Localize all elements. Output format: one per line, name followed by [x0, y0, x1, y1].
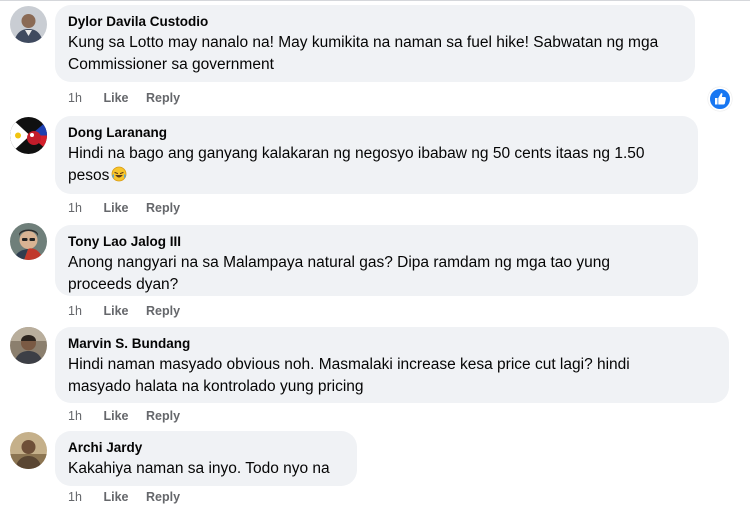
- comment-text: Hindi na bago ang ganyang kalakaran ng n…: [68, 143, 685, 187]
- comment-author[interactable]: Dylor Davila Custodio: [68, 13, 682, 30]
- comment-actions: 1h Like Reply: [68, 303, 194, 319]
- comment-bubble: Tony Lao Jalog III Anong nangyari na sa …: [55, 225, 698, 296]
- comment-timestamp[interactable]: 1h: [68, 303, 100, 319]
- comment-text: Anong nangyari na sa Malampaya natural g…: [68, 254, 610, 293]
- comment-text: Kung sa Lotto may nanalo na! May kumikit…: [68, 34, 659, 73]
- reply-button[interactable]: Reply: [146, 200, 180, 216]
- like-button[interactable]: Like: [103, 303, 128, 319]
- comment-author[interactable]: Archi Jardy: [68, 439, 344, 456]
- comment-actions: 1h Like Reply: [68, 200, 194, 216]
- comment-actions: 1h Like Reply: [68, 90, 194, 106]
- comment-timestamp[interactable]: 1h: [68, 489, 100, 505]
- comment-text: Kakahiya naman sa inyo. Todo nyo na: [68, 460, 330, 477]
- comment-actions: 1h Like Reply: [68, 408, 194, 424]
- comment-timestamp[interactable]: 1h: [68, 408, 100, 424]
- avatar[interactable]: [10, 6, 47, 43]
- comment-author[interactable]: Tony Lao Jalog III: [68, 233, 685, 250]
- comment-text: Hindi naman masyado obvious noh. Masmala…: [68, 356, 630, 395]
- reply-button[interactable]: Reply: [146, 90, 180, 106]
- avatar[interactable]: [10, 327, 47, 364]
- like-button[interactable]: Like: [103, 90, 128, 106]
- avatar[interactable]: [10, 432, 47, 469]
- reply-button[interactable]: Reply: [146, 408, 180, 424]
- like-button[interactable]: Like: [103, 489, 128, 505]
- comment-timestamp[interactable]: 1h: [68, 200, 100, 216]
- comment-bubble: Archi Jardy Kakahiya naman sa inyo. Todo…: [55, 431, 357, 486]
- like-button[interactable]: Like: [103, 408, 128, 424]
- comment-actions: 1h Like Reply: [68, 489, 194, 505]
- comment-author[interactable]: Dong Laranang: [68, 124, 685, 141]
- comment-text-content: Hindi na bago ang ganyang kalakaran ng n…: [68, 145, 645, 184]
- comment-bubble: Dong Laranang Hindi na bago ang ganyang …: [55, 116, 698, 194]
- avatar[interactable]: [10, 117, 47, 154]
- reply-button[interactable]: Reply: [146, 303, 180, 319]
- comment-bubble: Marvin S. Bundang Hindi naman masyado ob…: [55, 327, 729, 403]
- avatar[interactable]: [10, 223, 47, 260]
- laughing-emoji-icon: [111, 166, 127, 182]
- thumbs-up-icon[interactable]: [708, 87, 732, 111]
- top-divider: [0, 0, 750, 1]
- like-button[interactable]: Like: [103, 200, 128, 216]
- comment-timestamp[interactable]: 1h: [68, 90, 100, 106]
- comment-author[interactable]: Marvin S. Bundang: [68, 335, 716, 352]
- comment-bubble: Dylor Davila Custodio Kung sa Lotto may …: [55, 5, 695, 82]
- reply-button[interactable]: Reply: [146, 489, 180, 505]
